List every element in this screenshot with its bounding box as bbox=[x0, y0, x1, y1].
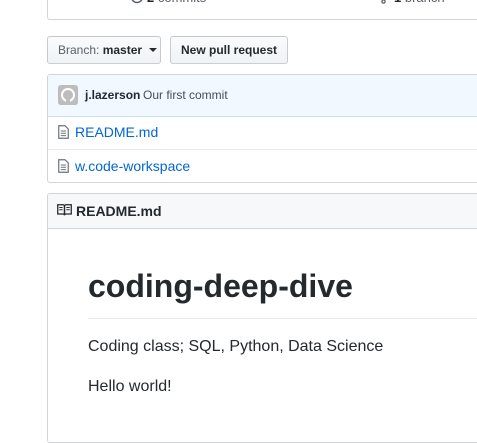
new-pull-request-button[interactable]: New pull request bbox=[170, 36, 288, 64]
readme-paragraph: Hello world! bbox=[88, 378, 172, 395]
branch-select-button[interactable]: Branch: master bbox=[47, 36, 161, 64]
branch-name: master bbox=[102, 43, 143, 57]
readme-box: README.md coding-deep-dive Coding class;… bbox=[47, 193, 477, 443]
heading-divider bbox=[88, 318, 477, 319]
file-name-link[interactable]: README.md bbox=[75, 124, 158, 140]
caret-down-icon bbox=[149, 48, 158, 52]
history-icon bbox=[131, 0, 143, 4]
readme-header: README.md bbox=[48, 194, 477, 229]
commits-stat[interactable]: 2 commits bbox=[130, 0, 206, 5]
readme-heading: coding-deep-dive bbox=[88, 268, 353, 304]
file-list-box: j.lazerson Our first commit README.md w.… bbox=[47, 74, 477, 183]
readme-title: README.md bbox=[76, 203, 162, 219]
avatar[interactable] bbox=[58, 85, 78, 105]
branch-icon bbox=[381, 0, 386, 4]
readme-paragraph: Coding class; SQL, Python, Data Science bbox=[88, 338, 384, 355]
branch-label: branch bbox=[405, 0, 445, 5]
new-pull-request-label: New pull request bbox=[181, 43, 278, 57]
branch-count: 1 bbox=[394, 0, 401, 5]
book-icon bbox=[57, 204, 72, 216]
file-row[interactable]: w.code-workspace bbox=[48, 149, 477, 182]
repo-stats-bar: 2 commits 1 branch bbox=[47, 0, 477, 20]
github-logo-icon bbox=[58, 85, 78, 105]
latest-commit-bar: j.lazerson Our first commit bbox=[48, 75, 477, 117]
commit-message-link[interactable]: Our first commit bbox=[143, 88, 228, 102]
commit-author-link[interactable]: j.lazerson bbox=[85, 88, 140, 102]
branch-prefix: Branch: bbox=[58, 43, 100, 57]
branch-stat[interactable]: 1 branch bbox=[381, 0, 445, 5]
file-name-link[interactable]: w.code-workspace bbox=[75, 158, 190, 174]
file-icon bbox=[58, 159, 69, 173]
commits-count: 2 bbox=[147, 0, 154, 5]
file-row[interactable]: README.md bbox=[48, 116, 477, 149]
file-icon bbox=[58, 125, 69, 139]
commits-label: commits bbox=[158, 0, 206, 5]
